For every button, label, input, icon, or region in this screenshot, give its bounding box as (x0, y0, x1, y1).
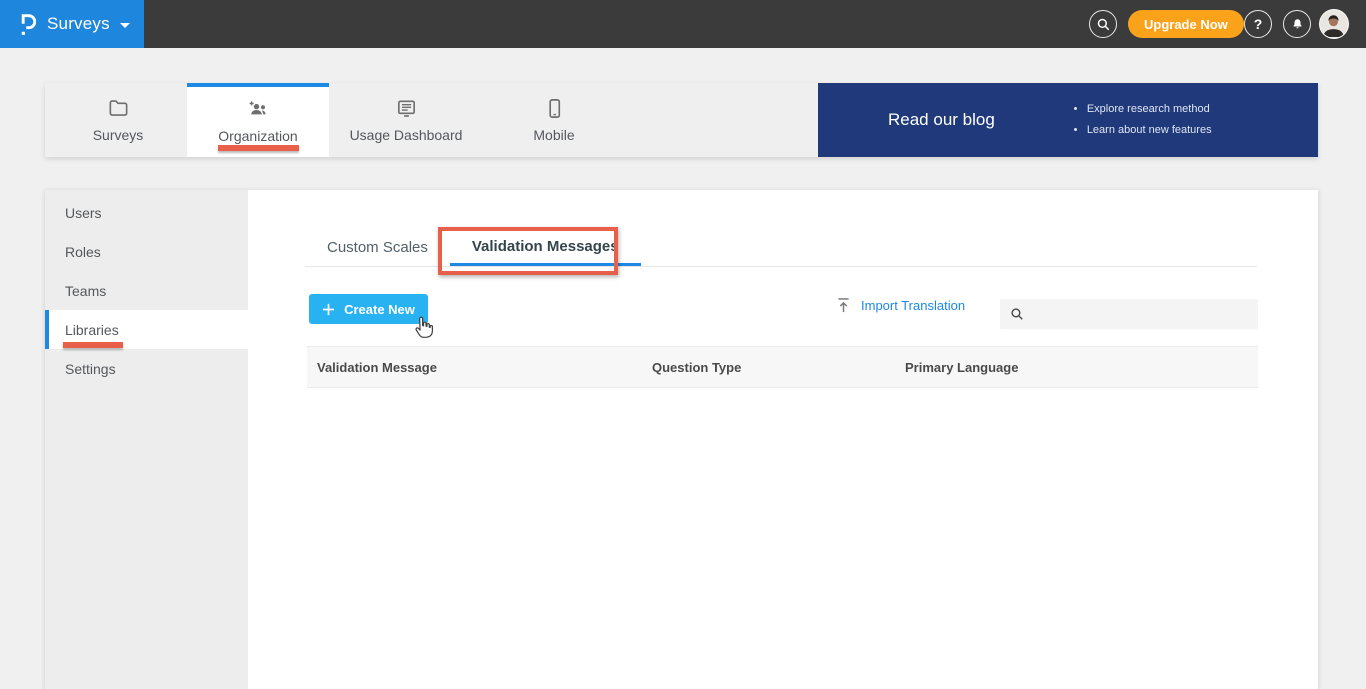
nav-tab-label: Organization (218, 128, 298, 144)
promo-bullet: Explore research method (1087, 99, 1212, 120)
tab-label: Validation Messages (471, 237, 619, 255)
search-icon (1011, 308, 1023, 320)
column-header-question-type[interactable]: Question Type (652, 360, 905, 375)
table-search-input[interactable] (1032, 306, 1248, 322)
help-button[interactable]: ? (1244, 10, 1272, 38)
usage-dashboard-icon (397, 100, 415, 117)
nav-tab-label: Surveys (92, 127, 144, 143)
plus-icon (323, 303, 335, 315)
sidebar-item-settings[interactable]: Settings (45, 349, 248, 388)
tab-label: Custom Scales (327, 239, 428, 256)
create-new-label: Create New (344, 301, 415, 317)
notifications-button[interactable] (1283, 10, 1311, 38)
sidebar-item-label: Libraries (65, 321, 119, 338)
top-bar: Surveys Upgrade Now ? (0, 0, 1366, 48)
sidebar-item-teams[interactable]: Teams (45, 271, 248, 310)
chevron-down-icon (119, 22, 130, 28)
global-search-button[interactable] (1089, 10, 1117, 38)
nav-tab-label: Usage Dashboard (349, 127, 463, 143)
promo-bullet: Learn about new features (1087, 120, 1212, 141)
blog-promo-panel[interactable]: Read our blog Explore research method Le… (818, 83, 1318, 157)
mobile-phone-icon (548, 99, 560, 118)
sidebar-item-label: Users (65, 204, 102, 221)
table-header-row: Validation Message Question Type Primary… (307, 346, 1258, 388)
nav-tab-label: Mobile (533, 127, 575, 143)
questionpro-logo-icon (21, 13, 36, 35)
column-header-primary-language[interactable]: Primary Language (905, 360, 1258, 375)
sidebar-item-label: Settings (65, 360, 116, 377)
annotation-underline-libraries (63, 342, 123, 348)
import-translation-link[interactable]: Import Translation (836, 295, 965, 315)
organization-people-icon (249, 101, 266, 115)
import-upload-icon (838, 297, 849, 312)
tab-validation-messages[interactable]: Validation Messages (449, 229, 641, 266)
avatar-photo (1320, 10, 1347, 37)
library-tabs: Custom Scales Validation Messages (305, 229, 641, 266)
user-avatar[interactable] (1319, 9, 1349, 39)
tab-custom-scales[interactable]: Custom Scales (305, 229, 450, 266)
product-switcher-label: Surveys (47, 14, 110, 33)
hand-cursor-icon (415, 316, 433, 338)
sidebar-item-label: Roles (65, 243, 101, 260)
import-translation-label: Import Translation (861, 297, 966, 313)
upgrade-now-button[interactable]: Upgrade Now (1128, 10, 1244, 38)
product-switcher[interactable]: Surveys (0, 0, 144, 48)
nav-tab-mobile[interactable]: Mobile (494, 83, 614, 157)
search-icon (1097, 18, 1109, 30)
column-header-validation-message[interactable]: Validation Message (307, 360, 652, 375)
promo-title: Read our blog (888, 110, 995, 129)
module-nav: Surveys Organization Usage Dashboard Mob… (45, 83, 1318, 157)
sidebar-item-users[interactable]: Users (45, 193, 248, 232)
sidebar-item-roles[interactable]: Roles (45, 232, 248, 271)
content-area: Custom Scales Validation Messages Create… (248, 190, 1318, 689)
sidebar: Users Roles Teams Libraries Settings (45, 190, 248, 689)
table-search-field (1000, 299, 1258, 329)
annotation-underline-organization (218, 145, 299, 151)
tabs-divider (305, 266, 1257, 267)
promo-bullet-list: Explore research method Learn about new … (1073, 99, 1212, 141)
question-icon: ? (1253, 16, 1263, 32)
main-panel: Users Roles Teams Libraries Settings Cus… (45, 190, 1318, 689)
sidebar-item-label: Teams (65, 282, 107, 299)
nav-tab-usage-dashboard[interactable]: Usage Dashboard (326, 83, 486, 157)
bell-icon (1293, 18, 1301, 28)
nav-tab-surveys[interactable]: Surveys (58, 83, 178, 157)
folder-icon (109, 100, 127, 116)
